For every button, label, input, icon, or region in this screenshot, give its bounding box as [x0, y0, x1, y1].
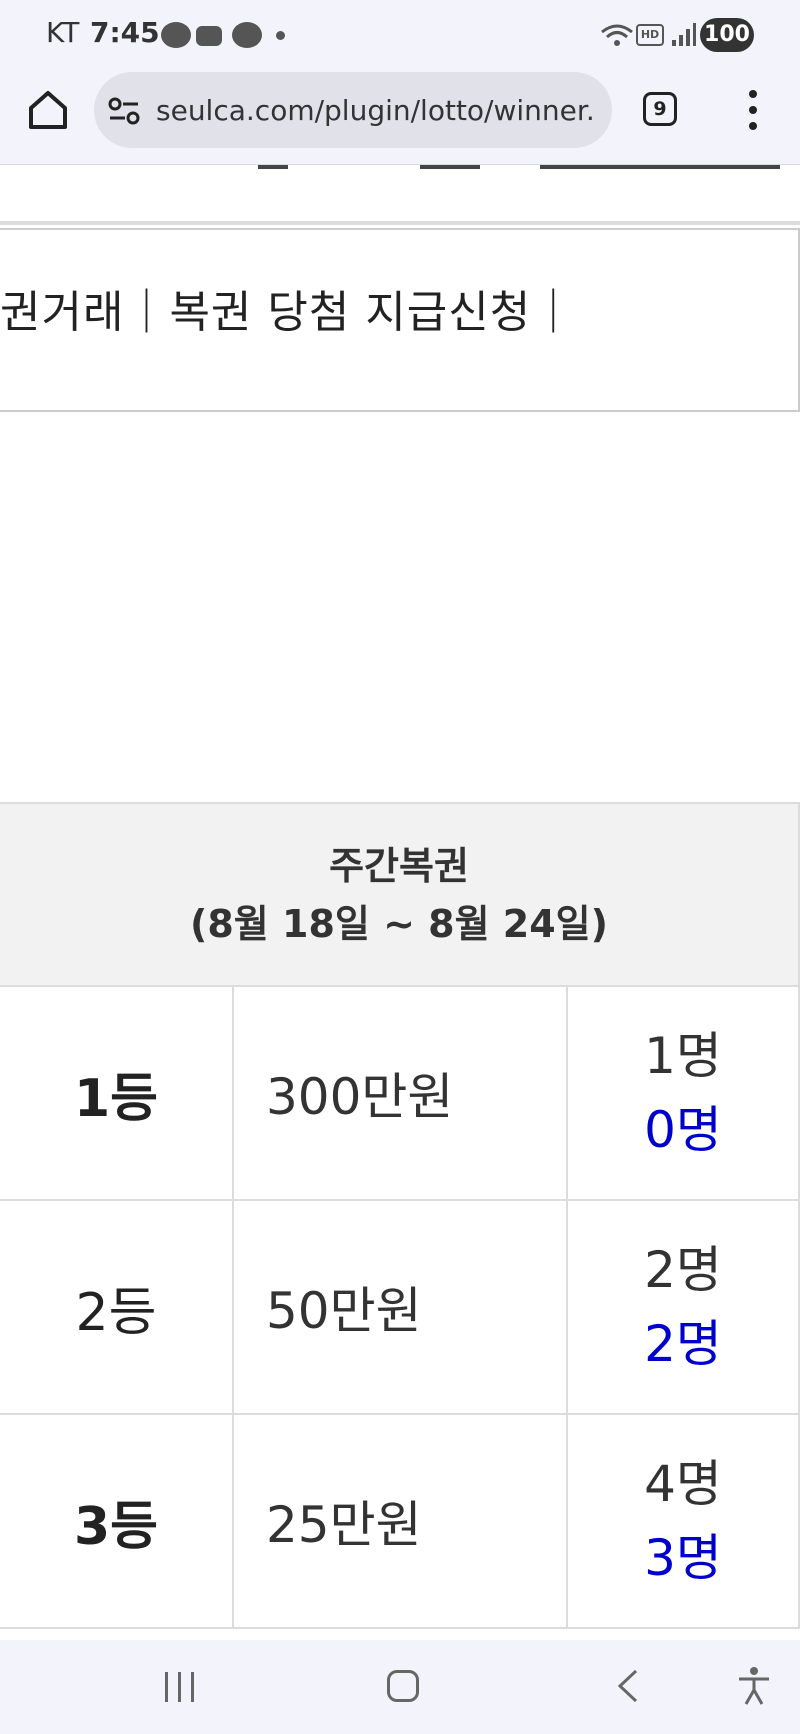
amount-cell: 300만원 — [232, 985, 568, 1201]
system-nav-bar — [0, 1640, 800, 1734]
home-nav-icon[interactable] — [387, 1670, 419, 1702]
tabs-icon[interactable]: 9 — [643, 92, 677, 126]
status-bar: KT 7:45 HD 100 — [0, 0, 800, 70]
address-bar[interactable]: seulca.com/plugin/lotto/winner.php — [94, 72, 612, 148]
message-icon — [232, 22, 262, 48]
clipped-heading — [0, 165, 800, 175]
table-header-period: (8월 18일 ~ 8월 24일) — [190, 901, 608, 946]
clock: 7:45 — [90, 16, 160, 49]
count-cell: 4명 3명 — [566, 1413, 800, 1629]
winner-total: 2명 — [644, 1241, 722, 1299]
rank-cell: 3등 — [0, 1413, 234, 1629]
url-text[interactable]: seulca.com/plugin/lotto/winner.php — [156, 94, 596, 127]
winner-remaining: 0명 — [644, 1101, 722, 1159]
service-menu-box: 권거래｜복권 당첨 지급신청｜ — [0, 228, 800, 412]
table-row: 1등 300만원 1명 0명 — [0, 985, 800, 1201]
table-row: 2등 50만원 2명 2명 — [0, 1199, 800, 1415]
signal-icon — [672, 23, 696, 46]
winner-total: 4명 — [644, 1455, 722, 1513]
carrier-label: KT — [46, 16, 80, 49]
more-menu-icon[interactable] — [740, 90, 766, 130]
more-notifications-dot — [276, 31, 285, 40]
rank-cell: 2등 — [0, 1199, 234, 1415]
winner-remaining: 2명 — [644, 1315, 722, 1373]
accessibility-icon[interactable] — [736, 1666, 772, 1706]
divider — [0, 221, 800, 225]
count-cell: 1명 0명 — [566, 985, 800, 1201]
winner-total: 1명 — [644, 1027, 722, 1085]
table-header: 주간복권 (8월 18일 ~ 8월 24일) — [0, 802, 800, 987]
recent-apps-icon[interactable] — [163, 1672, 197, 1702]
amount-cell: 25만원 — [232, 1413, 568, 1629]
back-icon[interactable] — [614, 1668, 642, 1704]
site-info-icon[interactable] — [108, 96, 140, 126]
hd-voice-icon: HD — [636, 24, 664, 46]
table-header-title: 주간복권 — [329, 843, 469, 888]
amount-cell: 50만원 — [232, 1199, 568, 1415]
voicemail-icon — [196, 26, 222, 46]
prize-table: 주간복권 (8월 18일 ~ 8월 24일) 1등 300만원 1명 0명 2등… — [0, 802, 800, 1629]
rank-cell: 1등 — [0, 985, 234, 1201]
wifi-icon — [601, 24, 633, 46]
table-row: 3등 25만원 4명 3명 — [0, 1413, 800, 1629]
browser-toolbar: seulca.com/plugin/lotto/winner.php 9 — [0, 70, 800, 165]
count-cell: 2명 2명 — [566, 1199, 800, 1415]
battery-icon: 100 — [700, 18, 754, 52]
kakaotalk-icon — [161, 22, 191, 48]
winner-remaining: 3명 — [644, 1529, 722, 1587]
service-menu-links[interactable]: 권거래｜복권 당첨 지급신청｜ — [0, 276, 576, 340]
home-icon[interactable] — [26, 88, 70, 132]
